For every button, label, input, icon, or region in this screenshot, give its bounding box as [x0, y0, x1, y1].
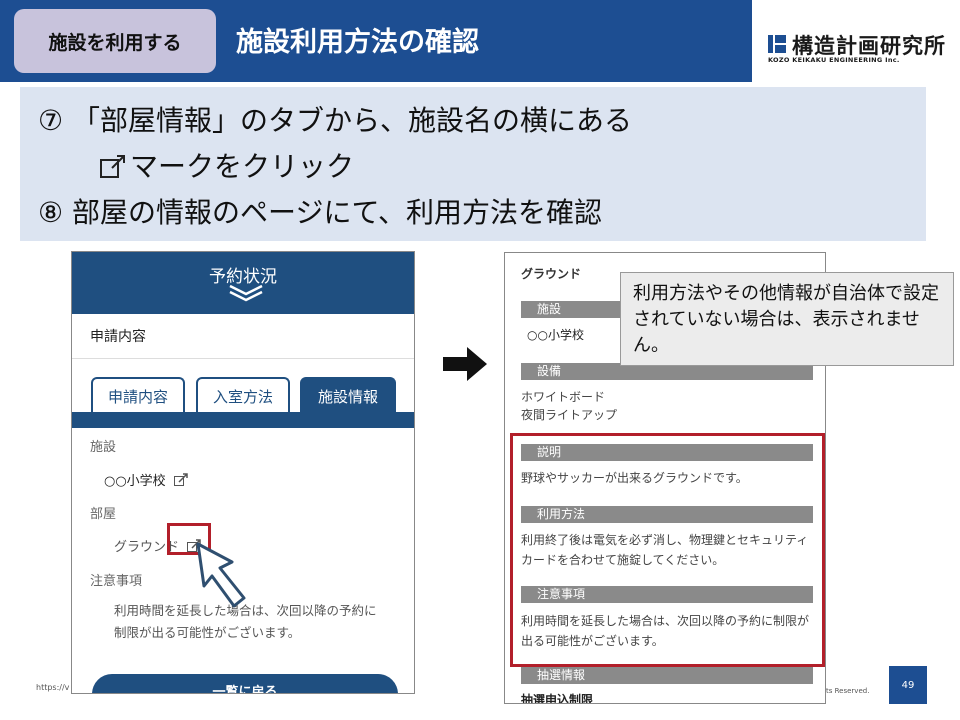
- external-link-icon: [100, 153, 126, 179]
- left-screenshot: 予約状況 申請内容 申請内容 入室方法 施設情報 施設 ○○小学校 部屋 グラウ…: [71, 251, 415, 694]
- section-label: 施設を利用する: [14, 9, 216, 73]
- reservation-status-header[interactable]: 予約状況: [72, 252, 414, 314]
- double-chevron-down-icon[interactable]: [228, 284, 264, 302]
- lottery-subheading: 抽選申込制限: [521, 693, 594, 704]
- right-arrow-icon: [443, 347, 487, 381]
- facility-value: ○○小学校: [527, 328, 584, 342]
- callout-note: 利用方法やその他情報が自治体で設定されていない場合は、表示されません。: [620, 272, 954, 366]
- facility-label: 施設: [90, 440, 117, 455]
- room-heading: グラウンド: [521, 267, 582, 281]
- tab-underline: [72, 412, 414, 428]
- back-to-list-button[interactable]: 一覧に戻る: [92, 674, 398, 693]
- page-title: 施設利用方法の確認: [236, 27, 479, 58]
- copyright-text: ts Reserved.: [826, 687, 870, 695]
- tab-facility-info[interactable]: 施設情報: [300, 377, 396, 414]
- lottery-section-bar: 抽選情報: [521, 667, 813, 684]
- instruction-step-7: ⑦ 「部屋情報」のタブから、施設名の横にある: [38, 104, 633, 137]
- notes-label: 注意事項: [90, 574, 143, 589]
- tab-request-content[interactable]: 申請内容: [91, 377, 185, 414]
- logo-mark-icon: [768, 35, 786, 53]
- external-link-icon[interactable]: [173, 473, 188, 486]
- instruction-step-8: ⑧ 部屋の情報のページにて、利用方法を確認: [38, 196, 603, 229]
- facility-name[interactable]: ○○小学校: [104, 474, 166, 489]
- page-number: 49: [889, 666, 927, 704]
- instruction-step-7-cont: マークをクリック: [100, 145, 354, 185]
- logo-text-en: KOZO KEIKAKU ENGINEERING Inc.: [768, 56, 900, 64]
- instruction-box: ⑦ 「部屋情報」のタブから、施設名の横にある マークをクリック ⑧ 部屋の情報の…: [20, 87, 926, 241]
- highlight-usage-section: [510, 433, 825, 667]
- pointer-arrow-icon: [196, 542, 246, 608]
- facility-value[interactable]: ○○小学校: [104, 470, 188, 489]
- equipment-item: ホワイトボード: [521, 390, 606, 404]
- request-heading: 申請内容: [90, 329, 146, 345]
- equipment-item: 夜間ライトアップ: [521, 408, 618, 422]
- company-logo: 構造計画研究所 KOZO KEIKAKU ENGINEERING Inc.: [768, 30, 945, 64]
- url-text: https://v: [36, 683, 70, 692]
- divider: [72, 358, 414, 359]
- instruction-step-7-text: マークをクリック: [130, 150, 355, 183]
- tab-entry-method[interactable]: 入室方法: [196, 377, 290, 414]
- room-label: 部屋: [90, 507, 117, 522]
